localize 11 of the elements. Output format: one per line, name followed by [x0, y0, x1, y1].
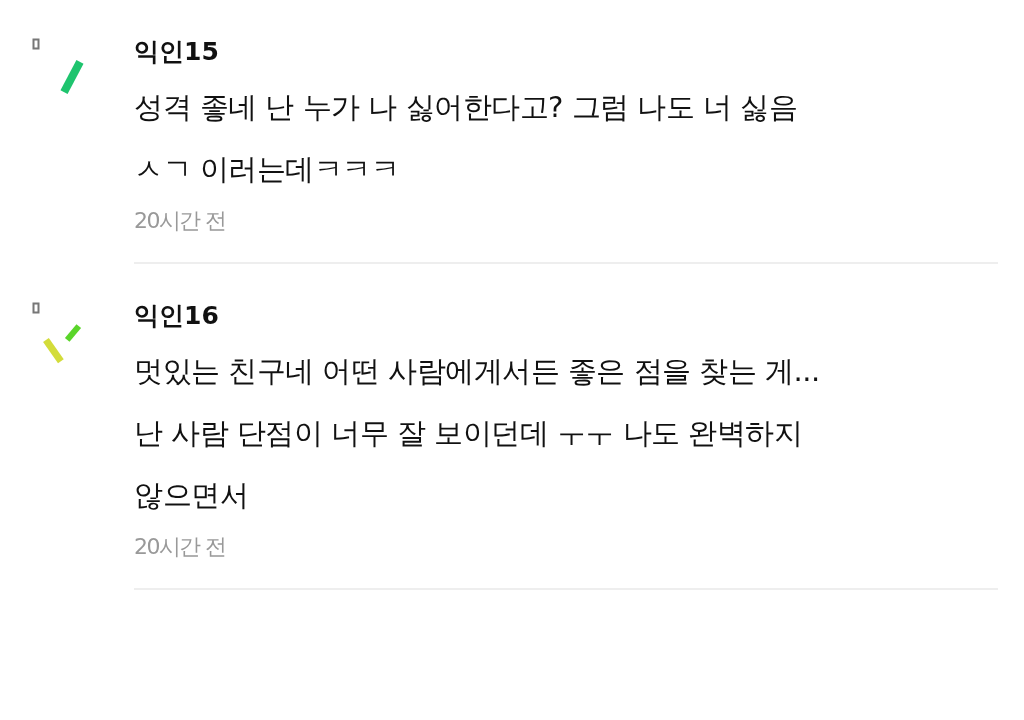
comment-text: ㅅㄱ 이러는데ㅋㅋㅋ — [134, 151, 401, 188]
comment-text: 멋있는 친구네 어떤 사람에게서든 좋은 점을 찾는 게... — [134, 353, 821, 390]
comment-text: 난 사람 단점이 너무 잘 보이던데 ㅜㅜ 나도 완벽하지 — [134, 415, 804, 452]
author-name: 익인16 — [134, 300, 220, 332]
placeholder-glyph-icon — [32, 302, 40, 314]
timestamp: 20시간 전 — [134, 207, 227, 235]
placeholder-glyph-icon — [32, 38, 40, 50]
comment-text: 성격 좋네 난 누가 나 싫어한다고? 그럼 나도 너 싫음 — [134, 89, 799, 126]
timestamp: 20시간 전 — [134, 533, 227, 561]
comment-text: 않으면서 — [134, 477, 249, 514]
author-name: 익인15 — [134, 36, 220, 68]
